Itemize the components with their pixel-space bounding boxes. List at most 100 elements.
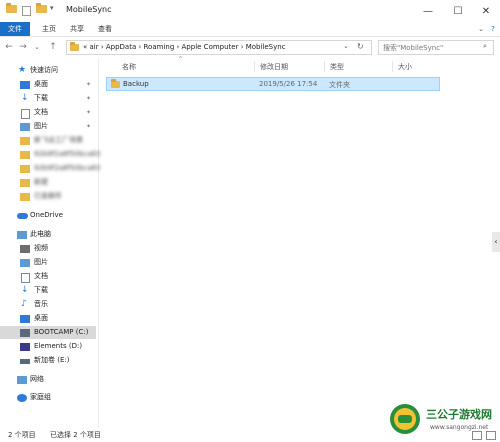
- music-icon: ♪: [21, 299, 27, 309]
- watermark-url: www.sangongzi.net: [430, 424, 489, 431]
- watermark: 三公子游戏网 www.sangongzi.net: [388, 400, 498, 440]
- sidebar-item-folder[interactable]: 新飞达工厂场景: [20, 134, 83, 147]
- sidebar-item-pc-pictures[interactable]: 图片: [20, 256, 48, 269]
- download-icon: ↓: [21, 93, 29, 103]
- picture-icon: [20, 259, 30, 267]
- tab-home[interactable]: 主页: [36, 22, 62, 36]
- search-placeholder: 搜索"MobileSync": [383, 44, 444, 52]
- minimize-button[interactable]: —: [414, 0, 442, 22]
- folder-icon: [70, 42, 79, 53]
- address-row: ← → ⌄ ↑ « air › AppData › Roaming › Appl…: [0, 37, 500, 57]
- computer-icon: [17, 231, 27, 239]
- watermark-logo-icon: [390, 404, 420, 434]
- pin-icon: ✦: [86, 109, 92, 116]
- file-name: Backup: [123, 80, 149, 88]
- pin-icon: ✦: [86, 81, 92, 88]
- item-count: 2 个项目: [8, 431, 36, 439]
- tab-share[interactable]: 共享: [64, 22, 90, 36]
- column-divider: [324, 61, 325, 72]
- back-button[interactable]: ←: [2, 40, 16, 54]
- star-icon: ★: [18, 65, 27, 75]
- sidebar-item-pictures[interactable]: 图片: [20, 120, 48, 133]
- folder-icon: [20, 193, 30, 201]
- ribbon-tabs: 文件 主页 共享 查看 ⌄ ?: [0, 22, 500, 37]
- sidebar-item-folder[interactable]: 新建: [20, 176, 48, 189]
- sidebar-item-music[interactable]: ♪ 音乐: [20, 298, 48, 311]
- title-bar: ▾ MobileSync — ☐ ✕: [0, 0, 500, 22]
- column-name[interactable]: 名称: [122, 62, 136, 72]
- homegroup-icon: [17, 394, 27, 402]
- column-size[interactable]: 大小: [398, 62, 412, 72]
- column-header: 名称 修改日期 类型 大小 ^: [108, 56, 494, 73]
- forward-button[interactable]: →: [16, 40, 30, 54]
- download-icon: ↓: [21, 285, 29, 295]
- drive-icon: [20, 359, 30, 364]
- close-button[interactable]: ✕: [472, 0, 500, 22]
- cloud-icon: [17, 213, 28, 219]
- file-row-backup[interactable]: Backup 2019/5/26 17:54 文件夹: [106, 77, 440, 91]
- address-bar[interactable]: « air › AppData › Roaming › Apple Comput…: [66, 40, 372, 55]
- navigation-pane: ★ 快速访问 桌面 ✦ ↓ 下载 ✦ 文档 ✦ 图片 ✦ 新飞达工厂场景 92b…: [0, 58, 100, 428]
- column-divider: [392, 61, 393, 72]
- column-modified[interactable]: 修改日期: [260, 62, 288, 72]
- desktop-icon: [20, 315, 30, 323]
- sidebar-item-homegroup[interactable]: 家庭组: [6, 391, 51, 404]
- refresh-icon[interactable]: ↻: [357, 42, 364, 51]
- column-divider: [254, 61, 255, 72]
- recent-locations-icon[interactable]: ⌄: [30, 40, 44, 54]
- sidebar-item-folder[interactable]: 已发邮件: [20, 190, 62, 203]
- sidebar-item-pc-downloads[interactable]: ↓ 下载: [20, 284, 48, 297]
- document-icon: [21, 109, 30, 119]
- sort-arrow-icon: ^: [178, 56, 184, 63]
- folder-icon: [111, 79, 120, 90]
- column-type[interactable]: 类型: [330, 62, 344, 72]
- sidebar-item-folder[interactable]: 92b9f2a8f50bca83: [20, 148, 100, 161]
- search-input[interactable]: 搜索"MobileSync" ⌕: [378, 40, 494, 55]
- tab-file[interactable]: 文件: [0, 22, 30, 36]
- sidebar-item-documents[interactable]: 文档: [20, 106, 48, 119]
- expand-ribbon-icon[interactable]: ⌄: [476, 22, 486, 36]
- properties-icon[interactable]: [22, 6, 31, 16]
- new-folder-icon[interactable]: [36, 3, 47, 15]
- sidebar-item-elements[interactable]: Elements (D:): [20, 340, 82, 353]
- selection-count: 已选择 2 个项目: [50, 431, 101, 439]
- tab-view[interactable]: 查看: [92, 22, 118, 36]
- sidebar-item-downloads[interactable]: ↓ 下载: [20, 92, 48, 105]
- pin-icon: ✦: [86, 123, 92, 130]
- search-icon[interactable]: ⌕: [483, 42, 487, 51]
- network-icon: [17, 376, 27, 384]
- sidebar-item-folder[interactable]: 92b9f2a8f50bca83: [20, 162, 100, 175]
- sidebar-item-new-volume[interactable]: 新加卷 (E:): [20, 354, 69, 367]
- breadcrumb[interactable]: « air › AppData › Roaming › Apple Comput…: [83, 43, 286, 51]
- folder-icon: [20, 179, 30, 187]
- up-button[interactable]: ↑: [46, 40, 60, 54]
- drive-icon: [20, 343, 30, 351]
- preview-pane-toggle[interactable]: ‹: [492, 232, 500, 252]
- sidebar-item-onedrive[interactable]: OneDrive: [6, 209, 63, 222]
- sidebar-item-this-pc[interactable]: 此电脑: [6, 228, 51, 241]
- sidebar-item-videos[interactable]: 视频: [20, 242, 48, 255]
- sidebar-item-desktop[interactable]: 桌面: [20, 78, 48, 91]
- folder-icon: [20, 137, 30, 145]
- file-modified: 2019/5/26 17:54: [259, 80, 318, 88]
- address-dropdown-icon[interactable]: ⌄: [343, 42, 349, 50]
- sidebar-item-network[interactable]: 网络: [6, 373, 44, 386]
- folder-icon: [20, 165, 30, 173]
- picture-icon: [20, 123, 30, 131]
- sidebar-item-pc-desktop[interactable]: 桌面: [20, 312, 48, 325]
- video-icon: [20, 245, 30, 253]
- customize-toolbar-icon[interactable]: ▾: [50, 4, 60, 14]
- maximize-button[interactable]: ☐: [444, 0, 472, 22]
- drive-icon: [20, 329, 30, 337]
- sidebar-item-pc-documents[interactable]: 文档: [20, 270, 48, 283]
- sidebar-item-quick-access[interactable]: ★ 快速访问: [6, 64, 58, 77]
- window-title: MobileSync: [66, 5, 112, 14]
- desktop-icon: [20, 81, 30, 89]
- help-icon[interactable]: ?: [488, 22, 498, 36]
- folder-icon: [20, 151, 30, 159]
- document-icon: [21, 273, 30, 283]
- file-type: 文件夹: [329, 81, 350, 89]
- sidebar-item-bootcamp[interactable]: BOOTCAMP (C:): [0, 326, 96, 339]
- watermark-brand: 三公子游戏网: [426, 408, 492, 421]
- folder-icon: [6, 3, 17, 15]
